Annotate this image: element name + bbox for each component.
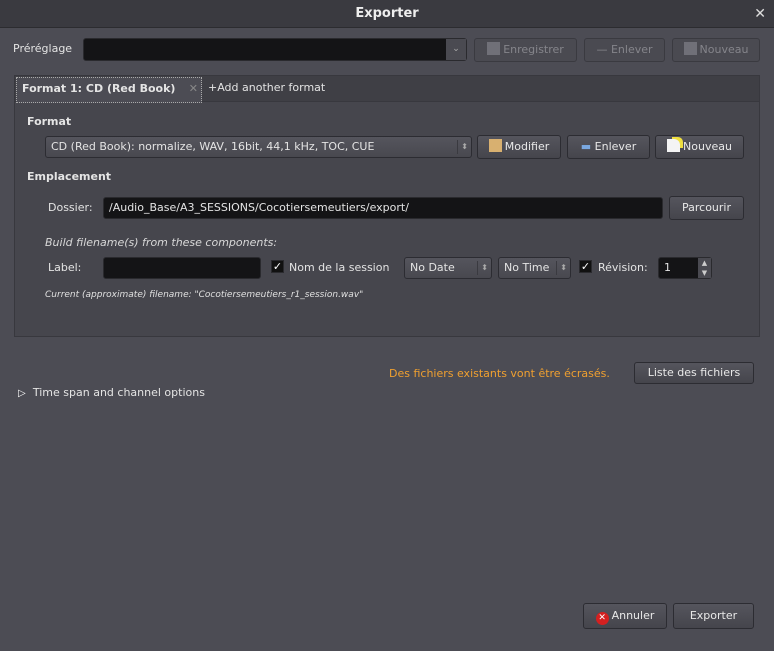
- spin-arrows-icon[interactable]: ▲ ▼: [698, 258, 711, 278]
- format-heading: Format: [27, 115, 72, 128]
- format-new-label: Nouveau: [683, 140, 732, 153]
- format-remove-label: Enlever: [594, 140, 637, 153]
- folder-label: Dossier:: [48, 201, 93, 214]
- close-tab-icon[interactable]: ✕: [189, 78, 198, 100]
- minus-icon: ▬: [580, 140, 595, 153]
- revision-label: Révision:: [598, 261, 648, 274]
- filename-heading: Build filename(s) from these components:: [45, 236, 278, 249]
- overwrite-warning: Des fichiers existants vont être écrasés…: [389, 367, 610, 380]
- session-name-checkbox[interactable]: ✓: [271, 260, 284, 273]
- format-new-button[interactable]: Nouveau: [655, 135, 744, 159]
- revision-checkbox[interactable]: ✓: [579, 260, 592, 273]
- cancel-label: Annuler: [611, 609, 655, 622]
- chevron-down-icon[interactable]: ⌄: [446, 39, 466, 60]
- triangle-right-icon: ▷: [18, 388, 29, 399]
- updown-icon: ⬍: [477, 261, 488, 275]
- folder-input[interactable]: /Audio_Base/A3_SESSIONS/Cocotiersemeutie…: [103, 197, 663, 219]
- title-bar: Exporter: [0, 0, 774, 28]
- tab-add-format-label: +Add another format: [208, 81, 326, 94]
- export-button[interactable]: Exporter: [673, 603, 754, 629]
- list-files-button[interactable]: Liste des fichiers: [634, 362, 754, 384]
- close-icon[interactable]: ✕: [754, 0, 766, 28]
- format-remove-button[interactable]: ▬ Enlever: [567, 135, 650, 159]
- preset-save-label: Enregistrer: [503, 43, 564, 56]
- cancel-icon: ✕: [595, 612, 609, 625]
- time-span-label: Time span and channel options: [32, 386, 205, 399]
- format-modify-button[interactable]: Modifier: [477, 135, 561, 159]
- format-combo[interactable]: CD (Red Book): normalize, WAV, 16bit, 44…: [45, 136, 472, 158]
- updown-icon: ⬍: [556, 261, 567, 275]
- new-document-icon: [683, 42, 697, 55]
- edit-icon: [488, 139, 502, 152]
- format-modify-label: Modifier: [504, 140, 550, 153]
- minus-icon: —: [596, 43, 611, 56]
- location-heading: Emplacement: [27, 170, 112, 183]
- current-filename: Current (approximate) filename: "Cocotie…: [45, 290, 364, 300]
- preset-new-label: Nouveau: [699, 43, 749, 56]
- tab-format-1-label: Format 1: CD (Red Book): [22, 82, 176, 95]
- format-value: CD (Red Book): normalize, WAV, 16bit, 44…: [51, 140, 375, 153]
- session-name-label: Nom de la session: [289, 261, 390, 274]
- time-value: No Time: [504, 261, 550, 274]
- tab-add-format[interactable]: +Add another format: [208, 81, 325, 94]
- browse-button[interactable]: Parcourir: [669, 196, 744, 220]
- preset-save-button[interactable]: Enregistrer: [474, 38, 577, 62]
- revision-value: 1: [664, 261, 671, 274]
- new-document-icon: [667, 139, 681, 152]
- date-value: No Date: [410, 261, 455, 274]
- updown-icon: ⬍: [457, 140, 468, 154]
- tab-format-1[interactable]: Format 1: CD (Red Book) ✕: [16, 77, 202, 103]
- label-input[interactable]: [103, 257, 261, 279]
- date-combo[interactable]: No Date ⬍: [404, 257, 492, 279]
- preset-remove-label: Enlever: [610, 43, 653, 56]
- preset-combo[interactable]: ⌄: [83, 38, 467, 61]
- cancel-button[interactable]: ✕ Annuler: [583, 603, 667, 629]
- preset-new-button[interactable]: Nouveau: [672, 38, 760, 62]
- revision-spinner[interactable]: 1 ▲ ▼: [658, 257, 712, 279]
- label-label: Label:: [48, 261, 82, 274]
- time-span-expander[interactable]: ▷ Time span and channel options: [18, 386, 205, 399]
- preset-label: Préréglage: [13, 42, 73, 55]
- window-title: Exporter: [355, 6, 419, 21]
- save-icon: [487, 42, 501, 55]
- preset-remove-button[interactable]: — Enlever: [584, 38, 665, 62]
- time-combo[interactable]: No Time ⬍: [498, 257, 571, 279]
